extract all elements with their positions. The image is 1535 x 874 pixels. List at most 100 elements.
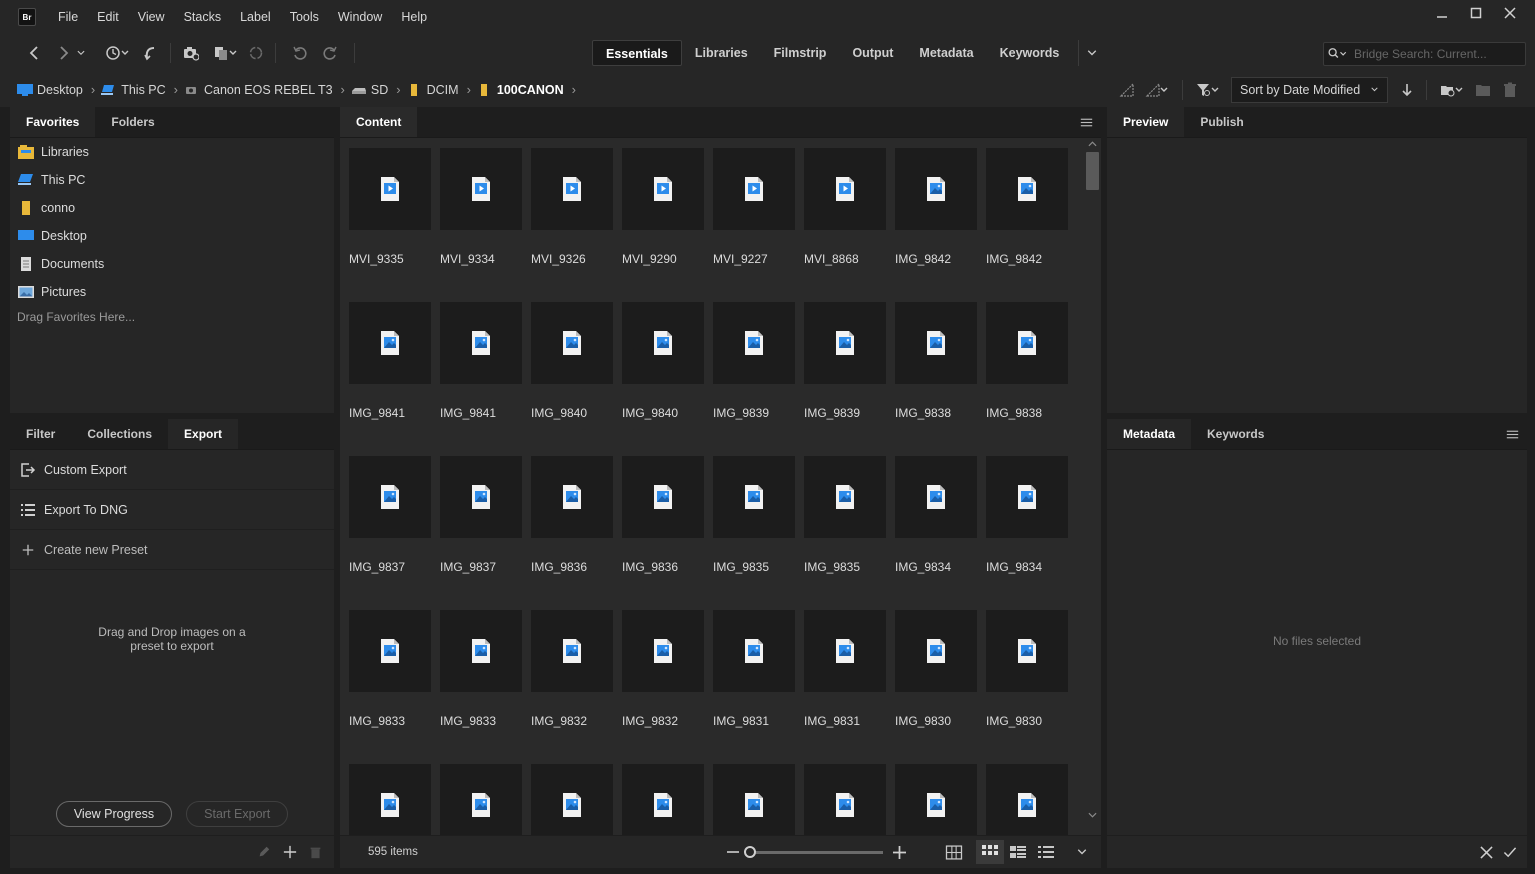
- tab-keywords[interactable]: Keywords: [1191, 419, 1280, 449]
- tab-favorites[interactable]: Favorites: [10, 107, 96, 137]
- thumbnail-item[interactable]: IMG_9842: [986, 148, 1068, 266]
- favorite-desktop[interactable]: Desktop: [10, 222, 334, 250]
- thumbnail-item[interactable]: IMG_9835: [713, 456, 795, 574]
- lock-grid-button[interactable]: [940, 840, 968, 864]
- thumbnail-item[interactable]: IMG_9834: [986, 456, 1068, 574]
- thumbnail-item[interactable]: IMG_9834: [895, 456, 977, 574]
- thumbnail-preview[interactable]: [531, 764, 613, 835]
- search-input[interactable]: [1354, 47, 1514, 61]
- tab-metadata[interactable]: Metadata: [1107, 419, 1192, 449]
- zoom-slider-knob[interactable]: [744, 845, 756, 858]
- refine-button[interactable]: [209, 40, 243, 66]
- scroll-up-icon[interactable]: [1088, 141, 1097, 147]
- thumbnail-item[interactable]: IMG_9836: [622, 456, 704, 574]
- thumbnail-item[interactable]: IMG_9832: [531, 610, 613, 728]
- thumbnail-item[interactable]: IMG_9840: [531, 302, 613, 420]
- thumbnail-preview[interactable]: [804, 456, 886, 538]
- thumbnail-item[interactable]: IMG_9839: [804, 302, 886, 420]
- thumbnail-item[interactable]: IMG_9835: [804, 456, 886, 574]
- workspace-metadata[interactable]: Metadata: [906, 40, 986, 66]
- thumbnail-preview[interactable]: [804, 764, 886, 835]
- thumbnail-quality-button[interactable]: [1114, 77, 1140, 103]
- edit-preset-button[interactable]: [257, 845, 271, 859]
- breadcrumb-separator[interactable]: ›: [467, 82, 471, 97]
- export-preset-dng[interactable]: Export To DNG: [10, 490, 334, 530]
- content-panel-menu-button[interactable]: [1071, 107, 1101, 137]
- search-box[interactable]: [1323, 42, 1526, 66]
- rotate-sync-button[interactable]: [245, 40, 267, 66]
- zoom-slider[interactable]: [744, 845, 883, 858]
- close-window-button[interactable]: [1493, 1, 1527, 25]
- search-scope-button[interactable]: [1324, 47, 1350, 61]
- minimize-button[interactable]: [1425, 1, 1459, 25]
- thumbnail-preview[interactable]: [804, 148, 886, 230]
- thumbnail-preview[interactable]: [713, 610, 795, 692]
- open-recent-folder-button[interactable]: [1435, 77, 1469, 103]
- favorite-conno[interactable]: conno: [10, 194, 334, 222]
- workspace-libraries[interactable]: Libraries: [682, 40, 761, 66]
- delete-button[interactable]: [1497, 77, 1523, 103]
- scroll-down-icon[interactable]: [1088, 812, 1097, 818]
- view-progress-button[interactable]: View Progress: [55, 801, 173, 827]
- breadcrumb-this-pc[interactable]: This PC ›: [101, 82, 178, 97]
- thumbnail-preview[interactable]: [713, 302, 795, 384]
- thumbnail-item[interactable]: IMG_9842: [895, 148, 977, 266]
- rotate-left-button[interactable]: [288, 40, 312, 66]
- thumbnail-preview[interactable]: [349, 456, 431, 538]
- thumbnail-item[interactable]: IMG_9841: [440, 302, 522, 420]
- thumbnail-item[interactable]: IMG_9830: [986, 610, 1068, 728]
- create-preset-button[interactable]: Create new Preset: [10, 530, 334, 570]
- thumbnail-preview[interactable]: [622, 148, 704, 230]
- thumbnail-item[interactable]: [531, 764, 613, 835]
- thumbnail-item[interactable]: IMG_9831: [804, 610, 886, 728]
- thumbnail-preview[interactable]: [531, 302, 613, 384]
- get-photos-button[interactable]: [179, 40, 203, 66]
- menu-stacks[interactable]: Stacks: [184, 10, 222, 24]
- thumbnail-item[interactable]: IMG_9840: [622, 302, 704, 420]
- thumbnail-preview[interactable]: [986, 764, 1068, 835]
- tab-preview[interactable]: Preview: [1107, 107, 1185, 137]
- thumbnail-preview[interactable]: [440, 302, 522, 384]
- thumbnail-item[interactable]: IMG_9839: [713, 302, 795, 420]
- zoom-in-button[interactable]: [893, 845, 906, 859]
- breadcrumb-camera[interactable]: Canon EOS REBEL T3 ›: [184, 82, 345, 97]
- sort-direction-button[interactable]: [1396, 77, 1418, 103]
- thumbnail-item[interactable]: [349, 764, 431, 835]
- breadcrumb-separator[interactable]: ›: [91, 82, 95, 97]
- thumbnail-preview[interactable]: [804, 302, 886, 384]
- new-folder-button[interactable]: [1469, 77, 1497, 103]
- thumbnail-item[interactable]: MVI_8868: [804, 148, 886, 266]
- breadcrumb-separator[interactable]: ›: [174, 82, 178, 97]
- thumbnail-preview[interactable]: [440, 764, 522, 835]
- thumbnail-preview[interactable]: [895, 610, 977, 692]
- zoom-out-button[interactable]: [727, 846, 739, 858]
- thumbnail-item[interactable]: [440, 764, 522, 835]
- details-view-button[interactable]: [1004, 840, 1032, 864]
- thumbnail-preview[interactable]: [895, 764, 977, 835]
- thumbnail-item[interactable]: IMG_9837: [349, 456, 431, 574]
- thumbnail-item[interactable]: IMG_9830: [895, 610, 977, 728]
- workspace-keywords[interactable]: Keywords: [987, 40, 1073, 66]
- tab-publish[interactable]: Publish: [1184, 107, 1259, 137]
- thumbnail-item[interactable]: IMG_9837: [440, 456, 522, 574]
- favorite-pictures[interactable]: Pictures: [10, 278, 334, 306]
- breadcrumb-separator[interactable]: ›: [341, 82, 345, 97]
- thumbnail-preview[interactable]: [622, 456, 704, 538]
- menu-tools[interactable]: Tools: [290, 10, 319, 24]
- thumbnail-preview[interactable]: [622, 764, 704, 835]
- workspace-output[interactable]: Output: [839, 40, 906, 66]
- recent-button[interactable]: [100, 40, 134, 66]
- thumbnail-preview[interactable]: [986, 302, 1068, 384]
- thumbnail-preview[interactable]: [440, 148, 522, 230]
- breadcrumb-separator[interactable]: ›: [572, 82, 576, 97]
- scroll-thumb[interactable]: [1086, 152, 1099, 190]
- favorite-libraries[interactable]: Libraries: [10, 138, 334, 166]
- thumbnail-preview[interactable]: [622, 610, 704, 692]
- thumbnail-item[interactable]: [713, 764, 795, 835]
- thumbnail-preview[interactable]: [531, 148, 613, 230]
- maximize-button[interactable]: [1459, 1, 1493, 25]
- start-export-button[interactable]: Start Export: [186, 801, 289, 827]
- thumbnail-preview[interactable]: [986, 610, 1068, 692]
- thumbnail-item[interactable]: MVI_9290: [622, 148, 704, 266]
- menu-window[interactable]: Window: [338, 10, 382, 24]
